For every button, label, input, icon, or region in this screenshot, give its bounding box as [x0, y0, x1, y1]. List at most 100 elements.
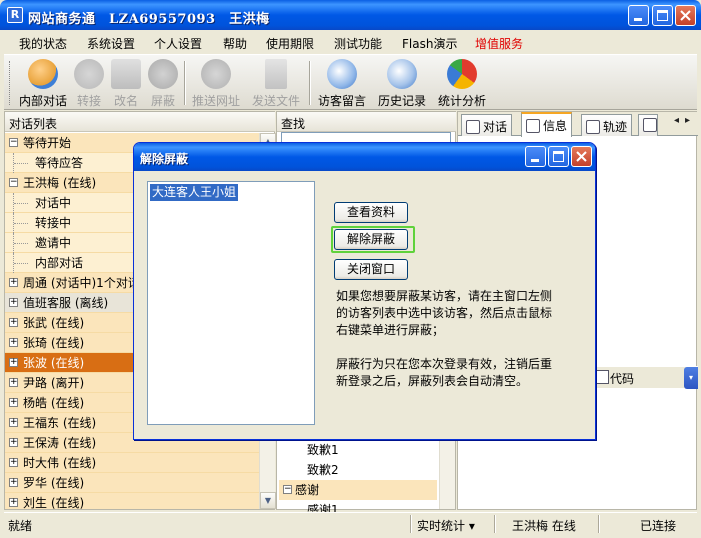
menu-usage-period[interactable]: 使用期限 — [266, 35, 314, 52]
tree-item-label: 内部对话 — [35, 256, 84, 270]
expand-icon[interactable]: + — [9, 338, 18, 347]
history-button[interactable]: 历史记录 — [376, 59, 428, 109]
menu-system-settings[interactable]: 系统设置 — [87, 35, 135, 52]
blocked-visitor-list[interactable]: 大连客人王小姐 — [147, 181, 315, 425]
toolbar-label: 发送文件 — [251, 94, 300, 108]
menu-my-status[interactable]: 我的状态 — [19, 35, 67, 52]
tab-label: 信息 — [543, 119, 568, 133]
tree-item-label: 王保涛 (在线) — [23, 436, 97, 450]
block-button[interactable]: 屏蔽 — [146, 59, 180, 109]
app-icon: R — [7, 7, 23, 23]
close-button[interactable] — [675, 5, 696, 26]
realtime-stats-dropdown[interactable]: 实时统计 ▾ — [417, 517, 475, 534]
tree-item-label: 刘生 (在线) — [23, 496, 85, 509]
toolbar-label: 转接 — [76, 94, 101, 108]
connection-status: 已连接 — [640, 519, 677, 533]
push-url-button[interactable]: 推送网址 — [190, 59, 242, 109]
tree-item-label: 王福东 (在线) — [23, 416, 97, 430]
tree-group-item[interactable]: + 刘生 (在线) — [5, 493, 259, 509]
toolbar-label: 统计分析 — [437, 94, 486, 108]
expand-icon[interactable]: + — [9, 418, 18, 427]
maximize-icon — [553, 151, 564, 162]
menu-help[interactable]: 帮助 — [223, 35, 247, 52]
reply-item[interactable]: 致歉1 — [279, 440, 437, 460]
chat-users-icon — [28, 59, 58, 89]
dialog-maximize-button[interactable] — [548, 146, 569, 167]
close-window-button[interactable]: 关闭窗口 — [334, 259, 408, 280]
collapse-icon[interactable]: − — [9, 138, 18, 147]
tab-strip: 对话 信息 轨迹 ◂▸ — [458, 112, 698, 137]
tree-line — [14, 163, 28, 164]
send-file-button[interactable]: 发送文件 — [250, 59, 302, 109]
menu-test-features[interactable]: 测试功能 — [334, 35, 382, 52]
tree-line — [14, 263, 28, 264]
tree-item-label: 尹路 (离开) — [23, 376, 85, 390]
blocked-visitor-item[interactable]: 大连客人王小姐 — [150, 184, 239, 201]
toolbar-label: 改名 — [113, 94, 138, 108]
reply-item[interactable]: 致歉2 — [279, 460, 437, 480]
rename-button[interactable]: 改名 — [109, 59, 143, 109]
expand-icon[interactable]: + — [9, 318, 18, 327]
window-title: 网站商务通 LZA69557093 王洪梅 — [28, 12, 270, 27]
toolbar-grip[interactable] — [9, 61, 12, 105]
tab-track[interactable]: 轨迹 — [581, 114, 633, 136]
transfer-icon — [74, 59, 104, 89]
tree-group-item[interactable]: + 罗华 (在线) — [5, 473, 259, 493]
status-divider — [494, 515, 496, 533]
collapse-icon[interactable]: − — [283, 485, 292, 494]
dialog-minimize-button[interactable] — [525, 146, 546, 167]
code-icon — [596, 370, 609, 384]
expand-icon[interactable]: + — [9, 358, 18, 367]
close-icon — [576, 151, 587, 162]
visitor-message-button[interactable]: 访客留言 — [316, 59, 368, 109]
tree-item-label: 邀请中 — [35, 236, 72, 250]
expand-icon[interactable]: + — [9, 498, 18, 507]
expand-icon[interactable]: + — [9, 458, 18, 467]
scroll-down-button[interactable]: ▼ — [260, 492, 276, 509]
tab-label: 对话 — [483, 120, 508, 134]
collapse-icon[interactable]: − — [9, 178, 18, 187]
tab-more[interactable] — [638, 114, 658, 136]
expand-icon[interactable]: + — [9, 298, 18, 307]
tab-scroll-arrows[interactable]: ◂▸ — [674, 115, 696, 126]
expand-icon[interactable]: + — [9, 378, 18, 387]
tree-item-label: 周通 (对话中)1个对话 — [23, 276, 140, 290]
visitor-message-icon — [327, 59, 357, 89]
menu-flash-demo[interactable]: Flash演示 — [402, 35, 457, 52]
code-bar[interactable]: 代码 ▾ — [596, 366, 698, 389]
reply-group-item[interactable]: − 感谢 — [279, 480, 437, 500]
menu-bar: 我的状态 系统设置 个人设置 帮助 使用期限 测试功能 Flash演示 增值服务 — [4, 30, 697, 54]
dialog-close-button[interactable] — [571, 146, 592, 167]
block-icon — [148, 59, 178, 89]
code-expand-button[interactable]: ▾ — [684, 367, 698, 389]
menu-value-added[interactable]: 增值服务 — [475, 35, 523, 52]
minimize-icon — [634, 18, 642, 21]
close-icon — [680, 10, 691, 21]
expand-icon[interactable]: + — [9, 278, 18, 287]
tree-item-label: 张琦 (在线) — [23, 336, 85, 350]
internal-chat-button[interactable]: 内部对话 — [16, 59, 70, 109]
transfer-button[interactable]: 转接 — [72, 59, 106, 109]
maximize-button[interactable] — [652, 5, 673, 26]
tab-info[interactable]: 信息 — [521, 112, 573, 137]
dialog-title: 解除屏蔽 — [140, 152, 189, 166]
chat-tab-icon — [466, 120, 480, 134]
tab-chat[interactable]: 对话 — [461, 114, 513, 136]
expand-icon[interactable]: + — [9, 398, 18, 407]
reply-item-label: 致歉1 — [307, 443, 339, 457]
toolbar: 内部对话 转接 改名 屏蔽 推送网址 发送文件 访客留言 历史记录 统计分析 — [4, 54, 697, 110]
toolbar-label: 屏蔽 — [150, 94, 175, 108]
title-bar[interactable]: R 网站商务通 LZA69557093 王洪梅 — [0, 0, 701, 30]
minimize-button[interactable] — [628, 5, 649, 26]
view-profile-button[interactable]: 查看资料 — [334, 202, 408, 223]
history-icon — [387, 59, 417, 89]
expand-icon[interactable]: + — [9, 478, 18, 487]
statistics-icon — [447, 59, 477, 89]
statistics-button[interactable]: 统计分析 — [436, 59, 488, 109]
tree-group-item[interactable]: + 时大伟 (在线) — [5, 453, 259, 473]
tree-item-label: 杨皓 (在线) — [23, 396, 85, 410]
expand-icon[interactable]: + — [9, 438, 18, 447]
dialog-title-bar[interactable]: 解除屏蔽 — [134, 143, 595, 171]
unblock-button[interactable]: 解除屏蔽 — [334, 229, 408, 250]
menu-personal-settings[interactable]: 个人设置 — [154, 35, 202, 52]
